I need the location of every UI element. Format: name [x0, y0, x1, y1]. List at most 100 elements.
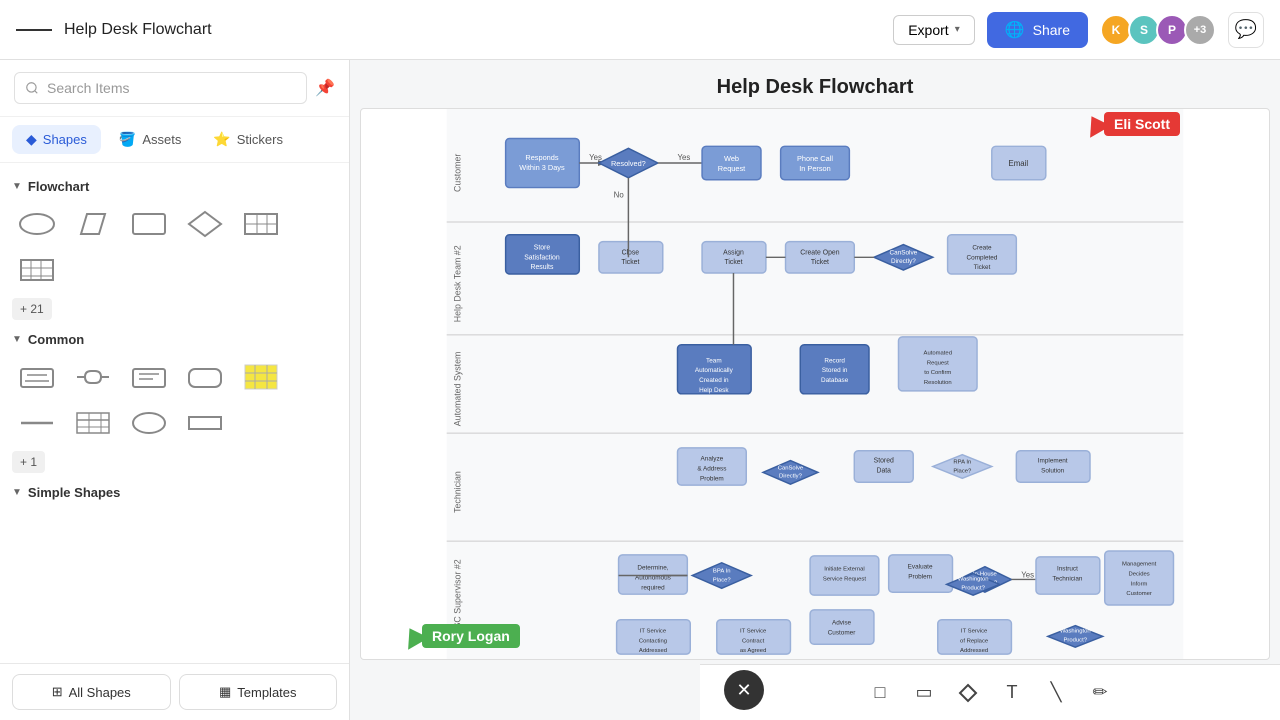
- svg-text:Evaluate: Evaluate: [908, 564, 933, 571]
- close-button[interactable]: ✕: [724, 670, 764, 710]
- eli-cursor: Eli Scott: [1084, 112, 1180, 136]
- svg-text:Service Request: Service Request: [823, 576, 866, 582]
- section-flowchart[interactable]: ▼ Flowchart: [12, 171, 337, 200]
- svg-text:Implement: Implement: [1038, 458, 1068, 465]
- svg-text:In Person: In Person: [799, 164, 831, 173]
- svg-text:Resolution: Resolution: [924, 380, 952, 386]
- svg-text:Store: Store: [534, 244, 551, 251]
- avatar-group: K S P +3: [1100, 14, 1216, 46]
- shape-ellipse[interactable]: [12, 204, 62, 244]
- svg-text:Stored in: Stored in: [822, 367, 848, 374]
- templates-label: Templates: [237, 685, 296, 700]
- collapse-arrow-icon: ▼: [12, 487, 22, 498]
- rounded-rect-tool[interactable]: ▭: [906, 675, 942, 711]
- section-simple-shapes[interactable]: ▼ Simple Shapes: [12, 477, 337, 506]
- svg-text:Customer: Customer: [452, 154, 462, 192]
- menu-button[interactable]: [16, 12, 52, 48]
- svg-text:Record: Record: [824, 357, 845, 364]
- tab-assets[interactable]: 🪣 Assets: [105, 125, 195, 154]
- svg-text:CanSolve: CanSolve: [890, 249, 918, 256]
- flowchart-shapes-grid: [12, 200, 337, 294]
- svg-text:Created in: Created in: [699, 377, 729, 384]
- line-tool[interactable]: ╲: [1038, 675, 1074, 711]
- shapes-area: ▼ Flowchart: [0, 163, 349, 663]
- svg-text:Ticket: Ticket: [974, 264, 991, 271]
- shape-rect-thin[interactable]: [180, 403, 230, 443]
- svg-text:Addressed: Addressed: [960, 648, 988, 654]
- svg-text:Ticket: Ticket: [811, 259, 829, 266]
- svg-text:Customer: Customer: [1126, 591, 1152, 597]
- svg-text:ISC Supervisor #2: ISC Supervisor #2: [452, 559, 462, 631]
- search-input[interactable]: [14, 72, 307, 104]
- rectangle-tool[interactable]: □: [862, 675, 898, 711]
- shape-text-box[interactable]: [124, 357, 174, 397]
- svg-text:Automatically: Automatically: [695, 367, 734, 374]
- shape-rectangle[interactable]: [124, 204, 174, 244]
- svg-text:Technician: Technician: [1052, 575, 1083, 582]
- section-common[interactable]: ▼ Common: [12, 324, 337, 353]
- grid-icon: ⊞: [52, 684, 63, 700]
- shape-grid2[interactable]: [12, 250, 62, 290]
- common-more-button[interactable]: + 1: [12, 451, 45, 473]
- shape-grid1[interactable]: [236, 204, 286, 244]
- svg-text:Inform: Inform: [1131, 581, 1148, 587]
- shape-parallelogram[interactable]: [68, 204, 118, 244]
- svg-text:Decides: Decides: [1128, 572, 1149, 578]
- tab-stickers[interactable]: ⭐ Stickers: [199, 125, 297, 154]
- svg-text:Product?: Product?: [1064, 637, 1088, 643]
- shape-oval[interactable]: [124, 403, 174, 443]
- bottom-toolbar: ✕ □ ▭ T ╲ ✏: [700, 664, 1280, 720]
- svg-text:Place?: Place?: [713, 577, 732, 583]
- shape-keyboard[interactable]: [12, 357, 62, 397]
- svg-text:Create: Create: [972, 244, 992, 251]
- svg-text:Washington: Washington: [1060, 628, 1091, 634]
- svg-text:Contract: Contract: [742, 638, 765, 644]
- svg-text:RPA In: RPA In: [953, 460, 971, 466]
- chevron-down-icon: ▾: [955, 24, 960, 35]
- rory-cursor-name: Rory Logan: [422, 624, 520, 648]
- canvas-area[interactable]: Help Desk Flowchart Customer Help Desk T…: [350, 60, 1280, 720]
- document-title: Help Desk Flowchart: [64, 21, 881, 39]
- svg-text:Satisfaction: Satisfaction: [524, 254, 560, 261]
- svg-text:Technician: Technician: [452, 471, 462, 513]
- avatar-overflow[interactable]: +3: [1184, 14, 1216, 46]
- shape-table2[interactable]: [68, 403, 118, 443]
- text-tool[interactable]: T: [994, 675, 1030, 711]
- section-flowchart-label: Flowchart: [28, 179, 89, 194]
- pin-icon[interactable]: 📌: [315, 78, 335, 98]
- svg-text:Yes: Yes: [1021, 570, 1034, 579]
- all-shapes-label: All Shapes: [69, 685, 131, 700]
- svg-text:IT Service: IT Service: [640, 628, 666, 634]
- svg-text:Phone Call: Phone Call: [797, 154, 833, 163]
- shape-diamond[interactable]: [180, 204, 230, 244]
- templates-button[interactable]: ▦ Templates: [179, 674, 338, 710]
- svg-text:Assign: Assign: [723, 249, 744, 256]
- share-button[interactable]: 🌐 Share: [987, 12, 1088, 48]
- diamond-tool[interactable]: [950, 675, 986, 711]
- pen-tool[interactable]: ✏: [1082, 675, 1118, 711]
- eli-cursor-name: Eli Scott: [1104, 112, 1180, 136]
- comment-icon: 💬: [1235, 19, 1257, 40]
- tab-shapes[interactable]: ◆ Shapes: [12, 125, 101, 154]
- shape-table-yellow[interactable]: [236, 357, 286, 397]
- rory-cursor: Rory Logan: [402, 624, 520, 648]
- section-common-label: Common: [28, 332, 84, 347]
- shape-line[interactable]: [12, 403, 62, 443]
- svg-text:of Replace: of Replace: [960, 638, 988, 644]
- all-shapes-button[interactable]: ⊞ All Shapes: [12, 674, 171, 710]
- comment-button[interactable]: 💬: [1228, 12, 1264, 48]
- svg-text:Help Desk Team #2: Help Desk Team #2: [452, 245, 462, 322]
- shape-chain[interactable]: [68, 357, 118, 397]
- svg-text:Management: Management: [1122, 562, 1157, 568]
- svg-text:Directly?: Directly?: [891, 258, 916, 265]
- section-simple-shapes-label: Simple Shapes: [28, 485, 120, 500]
- flowchart-container[interactable]: Customer Help Desk Team #2 Automated Sys…: [360, 108, 1270, 660]
- flowchart-more-button[interactable]: + 21: [12, 298, 52, 320]
- svg-text:Yes: Yes: [678, 153, 691, 162]
- svg-text:Place?: Place?: [953, 468, 972, 474]
- export-button[interactable]: Export ▾: [893, 15, 975, 45]
- shape-curved-box[interactable]: [180, 357, 230, 397]
- svg-text:Results: Results: [531, 264, 554, 271]
- svg-text:required: required: [641, 584, 665, 591]
- svg-text:Request: Request: [927, 360, 949, 366]
